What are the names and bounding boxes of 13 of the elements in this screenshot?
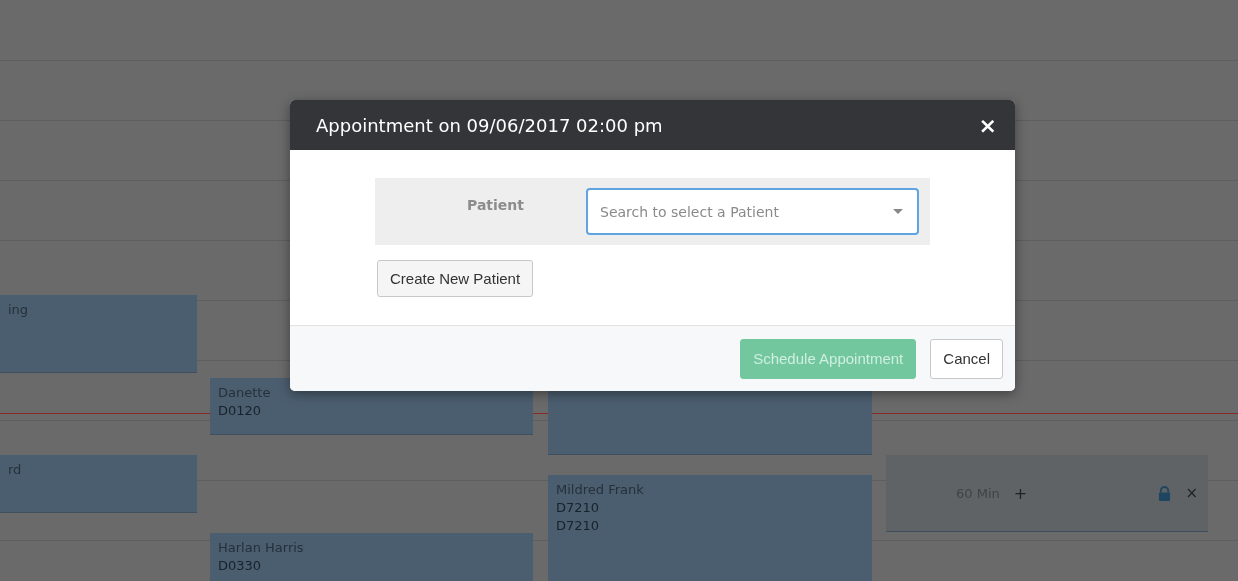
procedure-code: D0330 — [218, 557, 263, 575]
procedure-code: D7210 — [556, 499, 601, 517]
procedure-code: D7210 — [556, 517, 601, 535]
close-button[interactable]: × — [974, 112, 1001, 138]
remove-button[interactable]: × — [1185, 484, 1198, 502]
patient-select[interactable]: Search to select a Patient — [586, 188, 919, 235]
create-patient-button[interactable]: Create New Patient — [377, 260, 534, 297]
procedure-code: D0120 — [218, 402, 263, 420]
caret-icon — [893, 209, 903, 214]
dialog-title: Appointment on 09/06/2017 02:00 pm — [316, 114, 663, 136]
cancel-button[interactable]: Cancel — [930, 338, 1003, 379]
field-label: Patient — [467, 196, 525, 213]
add-button[interactable]: + — [1013, 483, 1028, 503]
